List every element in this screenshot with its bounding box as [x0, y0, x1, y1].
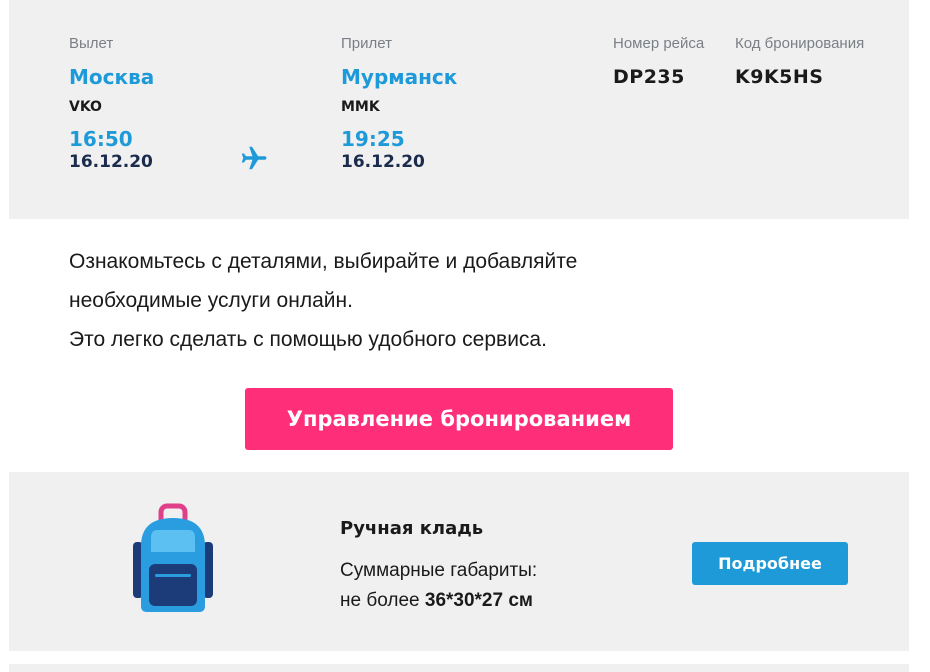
baggage-title: Ручная кладь: [340, 518, 484, 539]
intro-text: Ознакомьтесь с деталями, выбирайте и доб…: [69, 242, 577, 359]
flight-number-block: Номер рейса DP235: [613, 35, 704, 90]
backpack-icon: [133, 503, 213, 612]
airplane-icon: [241, 146, 267, 170]
manage-booking-button[interactable]: Управление бронированием: [245, 388, 673, 450]
arrival-iata: MMK: [341, 99, 380, 115]
baggage-dimensions-label: Суммарные габариты:: [340, 560, 538, 581]
baggage-dimensions-line: не более 36*30*27 см: [340, 586, 537, 616]
departure-date: 16.12.20: [69, 152, 153, 172]
baggage-dimensions: Суммарные габариты: не более 36*30*27 см: [340, 556, 537, 616]
arrival-date: 16.12.20: [341, 152, 425, 172]
next-card-edge: [9, 664, 909, 672]
baggage-details-button[interactable]: Подробнее: [692, 542, 848, 585]
flight-number: DP235: [613, 66, 685, 88]
arrival-block: Прилет Мурманск MMK 19:25 16.12.20: [341, 35, 457, 173]
departure-block: Вылет Москва VKO 16:50 16.12.20: [69, 35, 154, 173]
intro-line-3: Это легко сделать с помощью удобного сер…: [69, 328, 547, 351]
arrival-time: 19:25: [341, 127, 405, 151]
booking-code-block: Код бронирования K9K5HS: [735, 35, 864, 90]
departure-city: Москва: [69, 65, 155, 89]
intro-line-1: Ознакомьтесь с деталями, выбирайте и доб…: [69, 250, 578, 273]
flight-info-card: Вылет Москва VKO 16:50 16.12.20 Прилет М…: [9, 0, 909, 219]
arrival-city: Мурманск: [341, 65, 458, 89]
intro-line-2: необходимые услуги онлайн.: [69, 289, 353, 312]
arrival-label: Прилет: [341, 35, 392, 52]
booking-code-label: Код бронирования: [735, 35, 865, 52]
baggage-card: Ручная кладь Суммарные габариты: не боле…: [9, 472, 909, 651]
flight-number-label: Номер рейса: [613, 35, 705, 52]
baggage-dimensions-value: 36*30*27 см: [424, 590, 533, 611]
departure-label: Вылет: [69, 35, 114, 52]
booking-code: K9K5HS: [735, 66, 824, 88]
baggage-dimensions-prefix: не более: [340, 590, 420, 611]
departure-time: 16:50: [69, 127, 133, 151]
departure-iata: VKO: [69, 99, 102, 115]
